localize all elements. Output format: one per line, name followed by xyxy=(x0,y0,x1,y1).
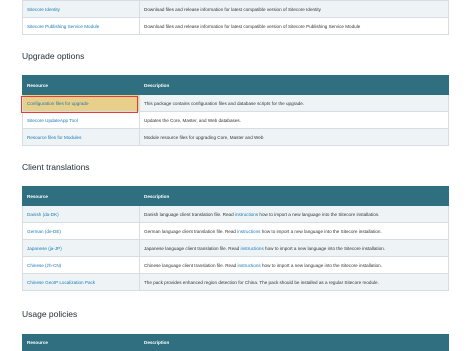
description-cell: This package contains configuration file… xyxy=(139,94,449,112)
resource-link[interactable]: Configuration files for upgrade xyxy=(27,101,89,106)
resource-link[interactable]: German (de-DE) xyxy=(27,229,61,234)
description-cell: German language client translation file.… xyxy=(139,222,449,240)
table-header-row: Resource Description xyxy=(22,75,449,95)
column-header-description: Description xyxy=(139,186,449,206)
column-header-resource: Resource xyxy=(22,186,140,206)
table-row: Chinese GeoIP Localization Pack The pack… xyxy=(22,273,449,291)
description-text: how to import a new language into the Si… xyxy=(258,211,380,217)
resource-link[interactable]: Sitecore Identity xyxy=(27,7,60,12)
instructions-link[interactable]: instructions xyxy=(237,263,260,268)
column-header-description: Description xyxy=(139,334,449,351)
table-row: Danish (da-DK) Danish language client tr… xyxy=(22,205,449,223)
table-row: Chinese (zh-CN) Chinese language client … xyxy=(22,256,449,274)
resource-cell[interactable]: Sitecore Publishing Service Module xyxy=(22,17,140,35)
description-cell: The pack provides enhanced region detect… xyxy=(139,273,449,291)
column-header-resource: Resource xyxy=(22,75,140,95)
description-text: Chinese language client translation file… xyxy=(144,262,238,268)
resource-cell[interactable]: Chinese GeoIP Localization Pack xyxy=(22,273,140,291)
instructions-link[interactable]: instructions xyxy=(241,246,264,251)
resource-link[interactable]: Chinese (zh-CN) xyxy=(27,263,61,268)
description-text: German language client translation file.… xyxy=(144,228,238,234)
description-cell: Module resource files for upgrading Core… xyxy=(139,128,449,146)
top-resources-table: Sitecore Identity Download files and rel… xyxy=(22,0,449,35)
upgrade-table: Resource Description Configuration files… xyxy=(22,75,449,146)
resource-cell[interactable]: Resource files for Modules xyxy=(22,128,140,146)
description-text: Danish language client translation file.… xyxy=(144,211,235,217)
column-header-description: Description xyxy=(139,75,449,95)
resource-cell[interactable]: Japanese (ja-JP) xyxy=(22,239,140,257)
resource-cell[interactable]: Sitecore UpdateApp Tool xyxy=(22,111,140,129)
resource-link[interactable]: Sitecore Publishing Service Module xyxy=(27,24,99,29)
description-text: how to import a new language into the Si… xyxy=(263,245,386,251)
table-row: German (de-DE) German language client tr… xyxy=(22,222,449,240)
resource-link[interactable]: Japanese (ja-JP) xyxy=(27,246,62,251)
description-cell: Download files and release information f… xyxy=(139,17,449,35)
description-text: how to import a new language into the Si… xyxy=(260,228,382,234)
description-text: Japanese language client translation fil… xyxy=(144,245,241,251)
resource-link[interactable]: Chinese GeoIP Localization Pack xyxy=(27,280,95,285)
description-cell: Japanese language client translation fil… xyxy=(139,239,449,257)
usage-table: Resource Description xyxy=(22,334,449,351)
resource-cell[interactable]: German (de-DE) xyxy=(22,222,140,240)
table-row: Sitecore UpdateApp Tool Updates the Core… xyxy=(22,111,449,129)
instructions-link[interactable]: instructions xyxy=(237,229,260,234)
column-header-resource: Resource xyxy=(22,334,140,351)
description-cell: Download files and release information f… xyxy=(139,0,449,18)
description-cell: Danish language client translation file.… xyxy=(139,205,449,223)
resource-link[interactable]: Danish (da-DK) xyxy=(27,212,59,217)
table-header-row: Resource Description xyxy=(22,186,449,206)
page: Sitecore Identity Download files and rel… xyxy=(0,0,474,351)
table-row: Resource files for Modules Module resour… xyxy=(22,128,449,146)
description-text: how to import a new language into the Si… xyxy=(260,262,383,268)
section-heading-translations: Client translations xyxy=(22,162,90,172)
description-cell: Updates the Core, Master, and Web databa… xyxy=(139,111,449,129)
table-row: Japanese (ja-JP) Japanese language clien… xyxy=(22,239,449,257)
table-header-row: Resource Description xyxy=(22,334,449,351)
resource-cell[interactable]: Chinese (zh-CN) xyxy=(22,256,140,274)
table-row: Sitecore Identity Download files and rel… xyxy=(22,0,449,18)
section-heading-upgrade: Upgrade options xyxy=(22,51,85,61)
table-row: Configuration files for upgrade This pac… xyxy=(22,94,449,112)
resource-link[interactable]: Resource files for Modules xyxy=(27,135,81,140)
resource-link[interactable]: Sitecore UpdateApp Tool xyxy=(27,118,78,123)
description-cell: Chinese language client translation file… xyxy=(139,256,449,274)
table-row: Sitecore Publishing Service Module Downl… xyxy=(22,17,449,35)
resource-cell[interactable]: Sitecore Identity xyxy=(22,0,140,18)
translations-table: Resource Description Danish (da-DK) Dani… xyxy=(22,186,449,291)
resource-cell[interactable]: Danish (da-DK) xyxy=(22,205,140,223)
instructions-link[interactable]: instructions xyxy=(235,212,258,217)
section-heading-usage: Usage policies xyxy=(22,309,78,319)
resource-cell-highlighted[interactable]: Configuration files for upgrade xyxy=(22,94,140,112)
